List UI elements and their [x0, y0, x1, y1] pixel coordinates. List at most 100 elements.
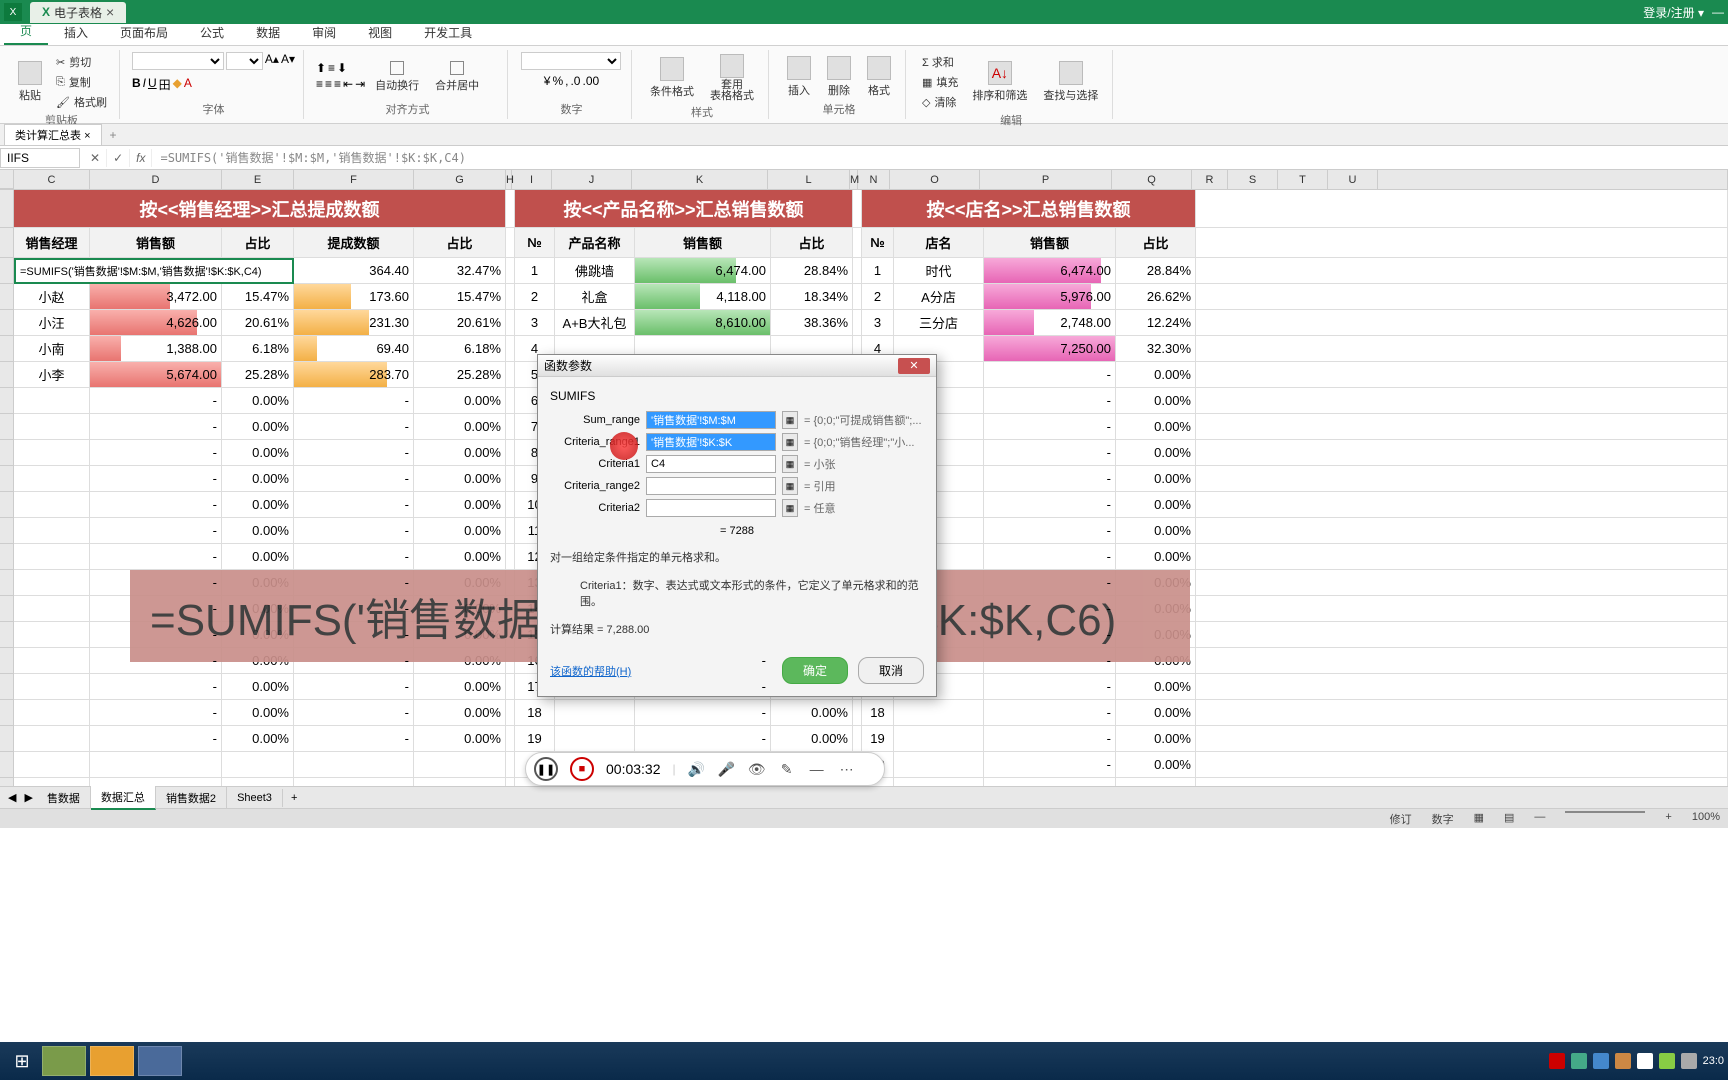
- data-cell[interactable]: 28.84%: [1116, 258, 1196, 284]
- data-cell[interactable]: 0.00%: [222, 518, 294, 544]
- data-cell[interactable]: [14, 388, 90, 414]
- data-cell[interactable]: 0.00%: [222, 700, 294, 726]
- paste-button[interactable]: 粘贴: [12, 59, 48, 105]
- data-cell[interactable]: 0.00%: [222, 388, 294, 414]
- data-cell[interactable]: 0.00%: [222, 726, 294, 752]
- param-input[interactable]: [646, 477, 776, 495]
- new-tab-button[interactable]: +: [104, 128, 123, 142]
- data-cell[interactable]: 28.84%: [771, 258, 853, 284]
- fill-color-button[interactable]: ◆: [173, 76, 182, 93]
- font-color-button[interactable]: A: [184, 76, 192, 93]
- ribbon-tab[interactable]: 数据: [240, 20, 296, 45]
- cancel-button[interactable]: 取消: [858, 657, 924, 684]
- data-cell[interactable]: 3,472.00: [90, 284, 222, 310]
- start-button[interactable]: ⊞: [4, 1046, 40, 1076]
- tab-close-icon[interactable]: ×: [106, 4, 114, 20]
- data-cell[interactable]: 0.00%: [222, 440, 294, 466]
- more-rec-icon[interactable]: ⋯: [838, 761, 856, 778]
- data-cell[interactable]: [14, 700, 90, 726]
- workbook-tab[interactable]: 类计算汇总表 ×: [4, 124, 102, 145]
- data-cell[interactable]: 小李: [14, 362, 90, 388]
- insert-button[interactable]: 插入: [781, 54, 817, 100]
- cond-format-button[interactable]: 条件格式: [644, 55, 700, 101]
- data-cell[interactable]: 2: [515, 284, 555, 310]
- data-cell[interactable]: 0.00%: [414, 466, 506, 492]
- accept-formula-icon[interactable]: ✓: [107, 149, 130, 167]
- table-format-button[interactable]: 套用 表格格式: [704, 52, 760, 104]
- data-cell[interactable]: [14, 622, 90, 648]
- ribbon-tab[interactable]: 页面布局: [104, 20, 184, 45]
- data-cell[interactable]: -: [294, 544, 414, 570]
- data-cell[interactable]: 0.00%: [414, 726, 506, 752]
- copy-button[interactable]: ⎘复制: [52, 72, 111, 92]
- ribbon-tab[interactable]: 页: [4, 18, 48, 45]
- data-cell[interactable]: -: [984, 544, 1116, 570]
- ribbon-tab[interactable]: 插入: [48, 20, 104, 45]
- data-cell[interactable]: 0.00%: [1116, 466, 1196, 492]
- data-cell[interactable]: -: [984, 700, 1116, 726]
- data-cell[interactable]: -: [90, 700, 222, 726]
- data-cell[interactable]: 0.00%: [414, 544, 506, 570]
- data-cell[interactable]: 32.47%: [414, 258, 506, 284]
- italic-button[interactable]: I: [143, 76, 146, 93]
- align-mid-icon[interactable]: ≡: [328, 61, 335, 75]
- tray-icon[interactable]: [1681, 1053, 1697, 1069]
- data-cell[interactable]: -: [294, 674, 414, 700]
- align-right-icon[interactable]: ≡: [334, 77, 341, 91]
- data-cell[interactable]: 19: [515, 726, 555, 752]
- data-cell[interactable]: 19: [862, 726, 894, 752]
- task-item[interactable]: [138, 1046, 182, 1076]
- data-cell[interactable]: 0.00%: [1116, 440, 1196, 466]
- dec-dec-icon[interactable]: .00: [582, 74, 599, 88]
- pen-icon[interactable]: ✎: [778, 761, 796, 778]
- data-cell[interactable]: 0.00%: [414, 674, 506, 700]
- data-cell[interactable]: 1,388.00: [90, 336, 222, 362]
- cut-button[interactable]: ✂剪切: [52, 52, 111, 72]
- range-picker-button[interactable]: ▦: [782, 499, 798, 517]
- tray-icon[interactable]: [1637, 1053, 1653, 1069]
- data-cell[interactable]: 0.00%: [1116, 726, 1196, 752]
- data-cell[interactable]: -: [90, 440, 222, 466]
- data-cell[interactable]: 0.00%: [1116, 544, 1196, 570]
- decrease-font-icon[interactable]: A▾: [281, 52, 295, 70]
- zoom-slider[interactable]: [1565, 811, 1645, 827]
- data-cell[interactable]: [14, 440, 90, 466]
- percent-icon[interactable]: %: [552, 74, 563, 88]
- data-cell[interactable]: 0.00%: [222, 414, 294, 440]
- ribbon-tab[interactable]: 公式: [184, 20, 240, 45]
- font-name-select[interactable]: [132, 52, 224, 70]
- data-cell[interactable]: 三分店: [894, 310, 984, 336]
- data-cell[interactable]: 0.00%: [414, 700, 506, 726]
- data-cell[interactable]: 69.40: [294, 336, 414, 362]
- align-top-icon[interactable]: ⬆: [316, 61, 326, 75]
- dialog-titlebar[interactable]: 函数参数 ✕: [538, 355, 936, 377]
- bold-button[interactable]: B: [132, 76, 141, 93]
- taskbar[interactable]: ⊞ 23:0: [0, 1042, 1728, 1080]
- data-cell[interactable]: -: [984, 492, 1116, 518]
- merge-button[interactable]: 合并居中: [429, 59, 485, 95]
- param-input[interactable]: [646, 499, 776, 517]
- data-cell[interactable]: 0.00%: [414, 414, 506, 440]
- format-button[interactable]: 格式: [861, 54, 897, 100]
- data-cell[interactable]: -: [984, 752, 1116, 778]
- underline-button[interactable]: U: [148, 76, 157, 93]
- login-link[interactable]: 登录/注册 ▾: [1643, 4, 1704, 21]
- ribbon-tab[interactable]: 视图: [352, 20, 408, 45]
- data-cell[interactable]: 0.00%: [1116, 674, 1196, 700]
- dialog-close-button[interactable]: ✕: [898, 358, 930, 374]
- data-cell[interactable]: 0.00%: [1116, 752, 1196, 778]
- ok-button[interactable]: 确定: [782, 657, 848, 684]
- data-cell[interactable]: 8,610.00: [635, 310, 771, 336]
- data-cell[interactable]: 3: [515, 310, 555, 336]
- data-cell[interactable]: 6,474.00: [984, 258, 1116, 284]
- data-cell[interactable]: 0.00%: [222, 544, 294, 570]
- tray-icon[interactable]: [1615, 1053, 1631, 1069]
- data-cell[interactable]: 5,976.00: [984, 284, 1116, 310]
- data-cell[interactable]: 0.00%: [1116, 778, 1196, 786]
- data-cell[interactable]: -: [635, 726, 771, 752]
- data-cell[interactable]: [14, 414, 90, 440]
- align-bot-icon[interactable]: ⬇: [337, 61, 347, 75]
- task-item[interactable]: [90, 1046, 134, 1076]
- zoom-in-icon[interactable]: +: [1665, 811, 1671, 827]
- data-cell[interactable]: 26.62%: [1116, 284, 1196, 310]
